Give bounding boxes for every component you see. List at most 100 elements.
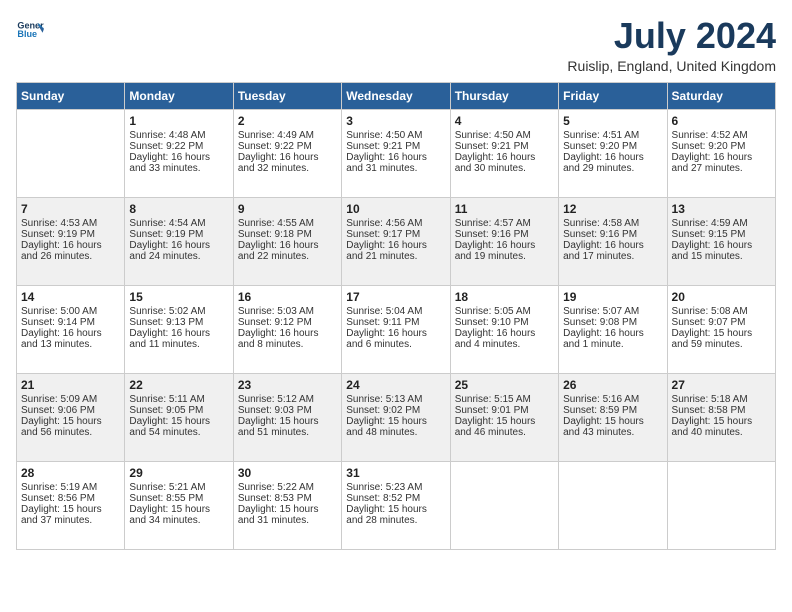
daylight-text: Daylight: 15 hours and 43 minutes. bbox=[563, 416, 662, 438]
day-number: 8 bbox=[129, 202, 228, 216]
calendar-cell: 12Sunrise: 4:58 AMSunset: 9:16 PMDayligh… bbox=[559, 197, 667, 285]
daylight-text: Daylight: 16 hours and 22 minutes. bbox=[238, 240, 337, 262]
daylight-text: Daylight: 15 hours and 37 minutes. bbox=[21, 504, 120, 526]
sunset-text: Sunset: 9:21 PM bbox=[346, 141, 445, 152]
sunrise-text: Sunrise: 5:07 AM bbox=[563, 306, 662, 317]
calendar-week-row: 21Sunrise: 5:09 AMSunset: 9:06 PMDayligh… bbox=[17, 373, 776, 461]
sunset-text: Sunset: 9:02 PM bbox=[346, 405, 445, 416]
daylight-text: Daylight: 16 hours and 24 minutes. bbox=[129, 240, 228, 262]
sunset-text: Sunset: 9:03 PM bbox=[238, 405, 337, 416]
sunset-text: Sunset: 9:18 PM bbox=[238, 229, 337, 240]
sunrise-text: Sunrise: 4:50 AM bbox=[455, 130, 554, 141]
calendar-cell: 13Sunrise: 4:59 AMSunset: 9:15 PMDayligh… bbox=[667, 197, 775, 285]
day-number: 31 bbox=[346, 466, 445, 480]
day-number: 14 bbox=[21, 290, 120, 304]
calendar-cell: 20Sunrise: 5:08 AMSunset: 9:07 PMDayligh… bbox=[667, 285, 775, 373]
location-text: Ruislip, England, United Kingdom bbox=[567, 58, 776, 74]
calendar-cell: 9 Sunrise: 4:55 AMSunset: 9:18 PMDaylight… bbox=[233, 197, 341, 285]
weekday-header-row: SundayMondayTuesdayWednesdayThursdayFrid… bbox=[17, 82, 776, 109]
sunset-text: Sunset: 9:11 PM bbox=[346, 317, 445, 328]
calendar-cell: 7Sunrise: 4:53 AMSunset: 9:19 PMDaylight… bbox=[17, 197, 125, 285]
day-number: 20 bbox=[672, 290, 771, 304]
month-title: July 2024 bbox=[567, 16, 776, 56]
daylight-text: Daylight: 16 hours and 19 minutes. bbox=[455, 240, 554, 262]
daylight-text: Daylight: 16 hours and 33 minutes. bbox=[129, 152, 228, 174]
sunrise-text: Sunrise: 5:09 AM bbox=[21, 394, 120, 405]
svg-text:Blue: Blue bbox=[17, 29, 37, 39]
sunset-text: Sunset: 9:15 PM bbox=[672, 229, 771, 240]
daylight-text: Daylight: 16 hours and 15 minutes. bbox=[672, 240, 771, 262]
sunrise-text: Sunrise: 5:05 AM bbox=[455, 306, 554, 317]
sunset-text: Sunset: 9:22 PM bbox=[129, 141, 228, 152]
sunrise-text: Sunrise: 5:23 AM bbox=[346, 482, 445, 493]
day-number: 4 bbox=[455, 114, 554, 128]
calendar-cell: 17Sunrise: 5:04 AMSunset: 9:11 PMDayligh… bbox=[342, 285, 450, 373]
weekday-header: Sunday bbox=[17, 82, 125, 109]
day-number: 7 bbox=[21, 202, 120, 216]
calendar-cell: 14Sunrise: 5:00 AMSunset: 9:14 PMDayligh… bbox=[17, 285, 125, 373]
daylight-text: Daylight: 15 hours and 31 minutes. bbox=[238, 504, 337, 526]
daylight-text: Daylight: 16 hours and 13 minutes. bbox=[21, 328, 120, 350]
day-number: 19 bbox=[563, 290, 662, 304]
daylight-text: Daylight: 16 hours and 11 minutes. bbox=[129, 328, 228, 350]
calendar-cell: 3Sunrise: 4:50 AMSunset: 9:21 PMDaylight… bbox=[342, 109, 450, 197]
daylight-text: Daylight: 15 hours and 56 minutes. bbox=[21, 416, 120, 438]
calendar-cell: 19 Sunrise: 5:07 AMSunset: 9:08 PMDayligh… bbox=[559, 285, 667, 373]
sunset-text: Sunset: 9:16 PM bbox=[563, 229, 662, 240]
calendar-cell: 6Sunrise: 4:52 AMSunset: 9:20 PMDaylight… bbox=[667, 109, 775, 197]
weekday-header: Wednesday bbox=[342, 82, 450, 109]
day-number: 30 bbox=[238, 466, 337, 480]
day-number: 1 bbox=[129, 114, 228, 128]
sunset-text: Sunset: 8:52 PM bbox=[346, 493, 445, 504]
sunset-text: Sunset: 8:58 PM bbox=[672, 405, 771, 416]
calendar-cell: 1 Sunrise: 4:48 AMSunset: 9:22 PMDaylight… bbox=[125, 109, 233, 197]
sunrise-text: Sunrise: 5:04 AM bbox=[346, 306, 445, 317]
title-section: July 2024 Ruislip, England, United Kingd… bbox=[567, 16, 776, 74]
sunset-text: Sunset: 9:21 PM bbox=[455, 141, 554, 152]
calendar-cell: 15Sunrise: 5:02 AMSunset: 9:13 PMDayligh… bbox=[125, 285, 233, 373]
calendar-cell bbox=[17, 109, 125, 197]
logo-icon: General Blue bbox=[16, 16, 44, 44]
sunset-text: Sunset: 9:07 PM bbox=[672, 317, 771, 328]
daylight-text: Daylight: 16 hours and 4 minutes. bbox=[455, 328, 554, 350]
day-number: 5 bbox=[563, 114, 662, 128]
calendar-cell: 23Sunrise: 5:12 AMSunset: 9:03 PMDayligh… bbox=[233, 373, 341, 461]
weekday-header: Thursday bbox=[450, 82, 558, 109]
calendar-cell: 16Sunrise: 5:03 AMSunset: 9:12 PMDayligh… bbox=[233, 285, 341, 373]
sunset-text: Sunset: 9:01 PM bbox=[455, 405, 554, 416]
calendar-cell: 28Sunrise: 5:19 AMSunset: 8:56 PMDayligh… bbox=[17, 461, 125, 549]
sunrise-text: Sunrise: 4:48 AM bbox=[129, 130, 228, 141]
calendar-week-row: 14Sunrise: 5:00 AMSunset: 9:14 PMDayligh… bbox=[17, 285, 776, 373]
calendar-week-row: 1Sunrise: 4:48 AMSunset: 9:22 PMDaylight… bbox=[17, 109, 776, 197]
sunrise-text: Sunrise: 4:55 AM bbox=[238, 218, 337, 229]
sunrise-text: Sunrise: 5:03 AM bbox=[238, 306, 337, 317]
sunset-text: Sunset: 9:08 PM bbox=[563, 317, 662, 328]
calendar-cell: 24Sunrise: 5:13 AMSunset: 9:02 PMDayligh… bbox=[342, 373, 450, 461]
sunrise-text: Sunrise: 5:12 AM bbox=[238, 394, 337, 405]
day-number: 9 bbox=[238, 202, 337, 216]
sunrise-text: Sunrise: 4:56 AM bbox=[346, 218, 445, 229]
sunset-text: Sunset: 9:19 PM bbox=[129, 229, 228, 240]
day-number: 29 bbox=[129, 466, 228, 480]
daylight-text: Daylight: 16 hours and 1 minute. bbox=[563, 328, 662, 350]
sunset-text: Sunset: 8:55 PM bbox=[129, 493, 228, 504]
daylight-text: Daylight: 16 hours and 27 minutes. bbox=[672, 152, 771, 174]
sunset-text: Sunset: 9:10 PM bbox=[455, 317, 554, 328]
weekday-header: Friday bbox=[559, 82, 667, 109]
calendar-cell: 27Sunrise: 5:18 AMSunset: 8:58 PMDayligh… bbox=[667, 373, 775, 461]
day-number: 25 bbox=[455, 378, 554, 392]
day-number: 10 bbox=[346, 202, 445, 216]
sunrise-text: Sunrise: 4:52 AM bbox=[672, 130, 771, 141]
calendar-cell: 10Sunrise: 4:56 AMSunset: 9:17 PMDayligh… bbox=[342, 197, 450, 285]
sunset-text: Sunset: 9:06 PM bbox=[21, 405, 120, 416]
calendar-cell bbox=[450, 461, 558, 549]
calendar-table: SundayMondayTuesdayWednesdayThursdayFrid… bbox=[16, 82, 776, 550]
sunrise-text: Sunrise: 5:08 AM bbox=[672, 306, 771, 317]
daylight-text: Daylight: 16 hours and 17 minutes. bbox=[563, 240, 662, 262]
sunset-text: Sunset: 8:53 PM bbox=[238, 493, 337, 504]
calendar-week-row: 28Sunrise: 5:19 AMSunset: 8:56 PMDayligh… bbox=[17, 461, 776, 549]
daylight-text: Daylight: 15 hours and 54 minutes. bbox=[129, 416, 228, 438]
sunset-text: Sunset: 9:19 PM bbox=[21, 229, 120, 240]
sunrise-text: Sunrise: 4:50 AM bbox=[346, 130, 445, 141]
sunrise-text: Sunrise: 4:49 AM bbox=[238, 130, 337, 141]
